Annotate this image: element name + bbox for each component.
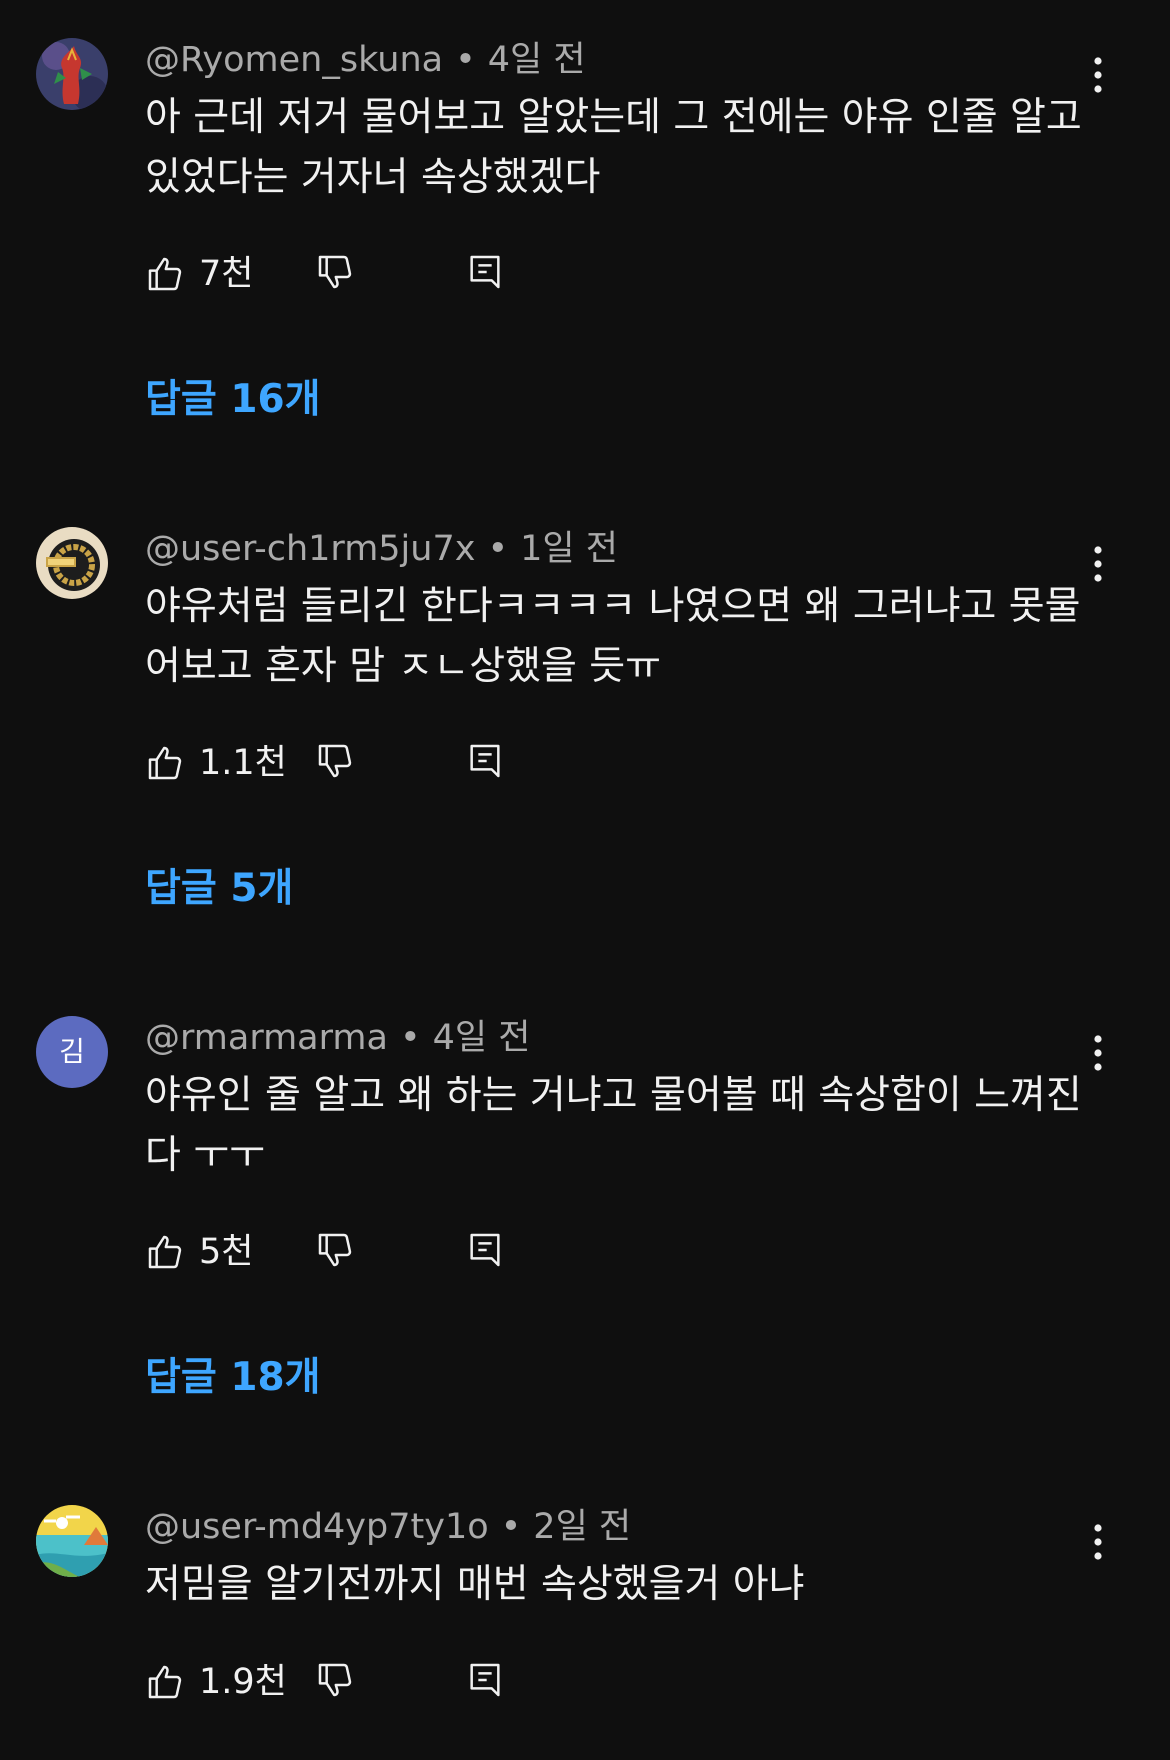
more-vertical-icon xyxy=(1094,57,1102,93)
red-dragon-avatar-icon xyxy=(36,38,108,110)
dislike-button[interactable] xyxy=(315,741,359,785)
avatar[interactable] xyxy=(36,1505,108,1577)
comment-text: 저밈을 알기전까지 매번 속상했을거 아냐 xyxy=(145,1555,1090,1615)
comment-actions: 7천 xyxy=(145,252,545,296)
comment-meta: @user-ch1rm5ju7x • 1일 전 xyxy=(145,525,618,573)
comment-line: 야유인 줄 알고 왜 하는 거냐고 물어볼 때 속상함이 느껴진 xyxy=(145,1073,1082,1118)
more-vertical-icon xyxy=(1094,1524,1102,1560)
comment-actions: 5천 xyxy=(145,1230,545,1274)
comment-thread: 김 @rmarmarma • 4일 전 야유인 줄 알고 왜 하는 거냐고 물어볼 … xyxy=(0,978,1170,1466)
comment-thread: @Ryomen_skuna • 4일 전 아 근데 저거 물어보고 알았는데 그 전… xyxy=(0,0,1170,488)
comment-meta: @Ryomen_skuna • 4일 전 xyxy=(145,36,586,84)
author-name[interactable]: @user-ch1rm5ju7x xyxy=(145,529,475,569)
reply-comment-icon xyxy=(470,255,500,289)
reply-comment-icon xyxy=(470,1233,500,1267)
like-button[interactable]: 7천 xyxy=(145,252,253,296)
reply-button[interactable] xyxy=(465,741,509,785)
comment-line: 아 근데 저거 물어보고 알았는데 그 전에는 야유 인줄 알고 xyxy=(145,95,1082,140)
comment-text: 아 근데 저거 물어보고 알았는데 그 전에는 야유 인줄 알고 있었다는 거자… xyxy=(145,88,1090,208)
reply-button[interactable] xyxy=(465,252,509,296)
more-vertical-icon xyxy=(1094,546,1102,582)
separator-dot: • xyxy=(399,1018,421,1058)
comment-line: 다 ㅜㅜ xyxy=(145,1133,266,1178)
like-count: 1.1천 xyxy=(199,743,287,783)
comment-meta: @rmarmarma • 4일 전 xyxy=(145,1014,530,1062)
thumb-up-icon xyxy=(148,1665,182,1699)
view-replies-link[interactable]: 답글 18개 xyxy=(145,1350,321,1406)
reply-comment-icon xyxy=(470,1663,500,1697)
avatar[interactable] xyxy=(36,38,108,110)
thumb-down-icon xyxy=(318,1233,352,1267)
like-count: 1.9천 xyxy=(199,1662,287,1702)
thumb-up-icon xyxy=(148,1235,182,1269)
author-name[interactable]: @Ryomen_skuna xyxy=(145,40,443,80)
comment-text: 야유처럼 들리긴 한다ㅋㅋㅋㅋ 나였으면 왜 그러냐고 못물 어보고 혼자 맘 … xyxy=(145,577,1090,697)
timestamp: 4일 전 xyxy=(487,40,586,80)
separator-dot: • xyxy=(500,1507,522,1547)
like-button[interactable]: 5천 xyxy=(145,1230,253,1274)
comment-line: 야유처럼 들리긴 한다ㅋㅋㅋㅋ 나였으면 왜 그러냐고 못물 xyxy=(145,584,1081,629)
avatar-letter: 김 xyxy=(36,1016,108,1088)
more-options-button[interactable] xyxy=(1078,1513,1118,1571)
separator-dot: • xyxy=(455,40,476,80)
thumb-down-icon xyxy=(318,255,352,289)
comment-text: 야유인 줄 알고 왜 하는 거냐고 물어볼 때 속상함이 느껴진 다 ㅜㅜ xyxy=(145,1066,1090,1186)
comment-actions: 1.1천 xyxy=(145,741,545,785)
more-vertical-icon xyxy=(1094,1035,1102,1071)
like-button[interactable]: 1.9천 xyxy=(145,1660,287,1704)
reply-button[interactable] xyxy=(465,1230,509,1274)
author-name[interactable]: @rmarmarma xyxy=(145,1018,388,1058)
beach-landscape-avatar-icon xyxy=(36,1505,108,1577)
like-count: 5천 xyxy=(199,1232,254,1272)
more-options-button[interactable] xyxy=(1078,535,1118,593)
more-options-button[interactable] xyxy=(1078,1024,1118,1082)
comment-line: 있었다는 거자너 속상했겠다 xyxy=(145,155,601,200)
timestamp: 2일 전 xyxy=(533,1507,632,1547)
comment-meta: @user-md4yp7ty1o • 2일 전 xyxy=(145,1503,631,1551)
more-options-button[interactable] xyxy=(1078,46,1118,104)
thumb-up-icon xyxy=(148,746,182,780)
like-count: 7천 xyxy=(199,254,254,294)
comment-line: 어보고 혼자 맘 ㅈㄴ상했을 듯ㅠ xyxy=(145,644,662,689)
dislike-button[interactable] xyxy=(315,1660,359,1704)
reply-comment-icon xyxy=(470,744,500,778)
timestamp: 4일 전 xyxy=(432,1018,531,1058)
gold-chain-avatar-icon xyxy=(36,527,108,599)
separator-dot: • xyxy=(487,529,509,569)
comment-thread: @user-ch1rm5ju7x • 1일 전 야유처럼 들리긴 한다ㅋㅋㅋㅋ 나였… xyxy=(0,489,1170,977)
timestamp: 1일 전 xyxy=(520,529,618,569)
dislike-button[interactable] xyxy=(315,1230,359,1274)
thumb-down-icon xyxy=(318,744,352,778)
view-replies-link[interactable]: 답글 5개 xyxy=(145,861,293,917)
thumb-up-icon xyxy=(148,257,182,291)
author-name[interactable]: @user-md4yp7ty1o xyxy=(145,1507,489,1547)
reply-button[interactable] xyxy=(465,1660,509,1704)
comment-actions: 1.9천 xyxy=(145,1660,545,1704)
avatar[interactable]: 김 xyxy=(36,1016,108,1088)
like-button[interactable]: 1.1천 xyxy=(145,741,287,785)
comment-line: 저밈을 알기전까지 매번 속상했을거 아냐 xyxy=(145,1562,805,1607)
thumb-down-icon xyxy=(318,1663,352,1697)
avatar[interactable] xyxy=(36,527,108,599)
view-replies-link[interactable]: 답글 16개 xyxy=(145,372,321,428)
dislike-button[interactable] xyxy=(315,252,359,296)
comment-thread: @user-md4yp7ty1o • 2일 전 저밈을 알기전까지 매번 속상했을거… xyxy=(0,1467,1170,1760)
